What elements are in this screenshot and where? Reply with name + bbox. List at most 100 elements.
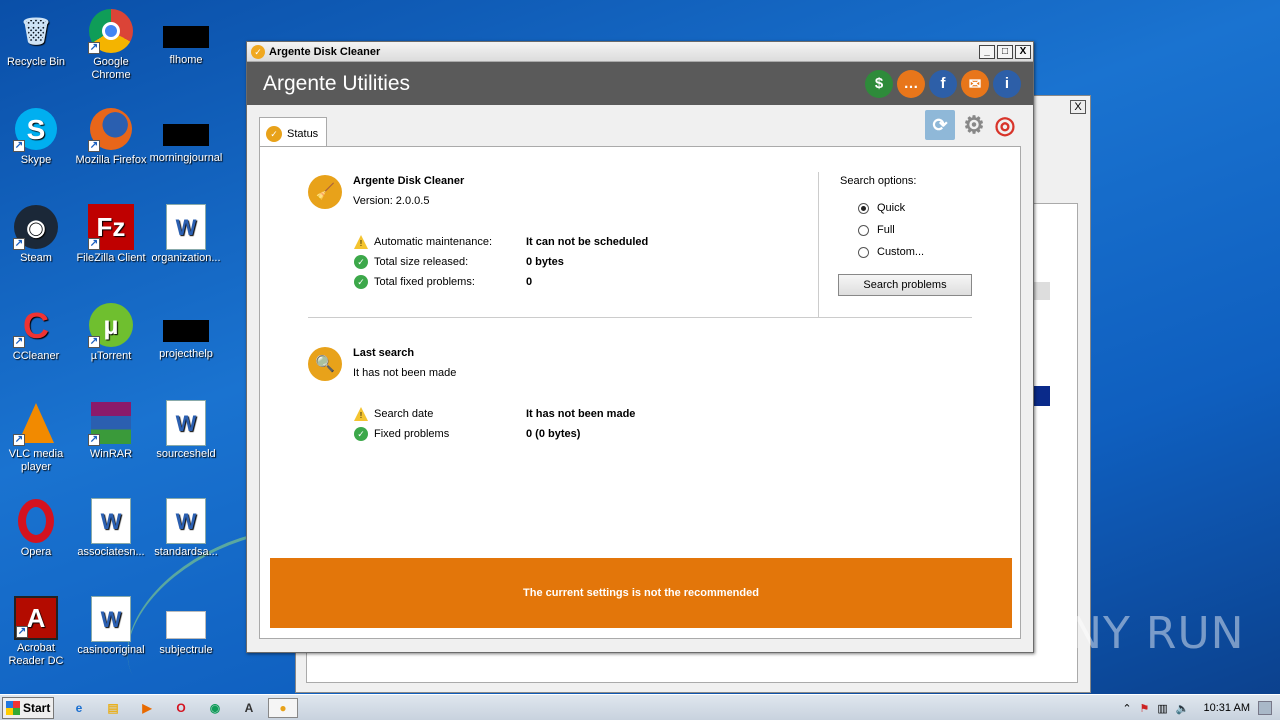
desktop-icon-associatesn[interactable]: W associatesn... — [73, 498, 149, 559]
mail-icon[interactable]: ✉ — [961, 69, 989, 98]
desktop-icon-steam[interactable]: ◉ ↗ Steam — [0, 204, 74, 265]
donate-icon[interactable]: $ — [865, 69, 893, 98]
desktop-icon-organization[interactable]: W organization... — [148, 204, 224, 265]
check-icon: ✓ — [354, 275, 368, 289]
media-player-icon[interactable]: ▶ — [136, 698, 158, 718]
desktop-icon-label: standardsa... — [154, 546, 218, 558]
app-version: Version: 2.0.0.5 — [353, 195, 430, 207]
disk-cleaner-broom-icon: 🧹 — [308, 175, 342, 209]
info-icon[interactable]: i — [993, 69, 1021, 98]
desktop-icon-label: subjectrule — [159, 644, 213, 656]
window-titlebar[interactable]: ✓ Argente Disk Cleaner _ □ X — [247, 42, 1033, 62]
desktop-icon-recycle-bin[interactable]: 🗑 Recycle Bin — [0, 8, 74, 69]
warning-banner: The current settings is not the recommen… — [270, 558, 1012, 628]
last-search-row-value: It has not been made — [526, 408, 636, 420]
word-document-icon: W — [166, 204, 206, 250]
desktop-icon-subjectrule[interactable]: subjectrule — [148, 596, 224, 657]
desktop-icon-sourcesheld[interactable]: W sourcesheld — [148, 400, 224, 461]
word-document-icon: W — [166, 498, 206, 544]
desktop-icon-flhome[interactable]: flhome — [148, 8, 224, 67]
tray-expand-icon[interactable]: ⌃ — [1122, 702, 1131, 715]
desktop-icon-label: Skype — [20, 154, 52, 166]
status-row-label: Total size released: — [374, 256, 469, 268]
argente-disk-cleaner-window[interactable]: ✓ Argente Disk Cleaner _ □ X Argente Uti… — [246, 41, 1034, 653]
show-desktop-button[interactable] — [1258, 701, 1272, 715]
chat-icon[interactable]: … — [897, 69, 925, 98]
desktop-icon-label: flhome — [169, 54, 203, 66]
word-document-icon: W — [91, 498, 131, 544]
desktop-icon-label: Steam — [20, 252, 52, 264]
action-center-icon[interactable]: ⚑ — [1140, 702, 1150, 715]
minimize-button[interactable]: _ — [979, 44, 995, 59]
desktop-icon-filezilla[interactable]: Fz ↗ FileZilla Client — [73, 204, 149, 265]
volume-icon[interactable]: 🔈 — [1176, 702, 1190, 715]
desktop-icon-label: morningjournal — [149, 152, 223, 164]
start-button[interactable]: Start — [2, 697, 54, 719]
desktop-icon-label: casinooriginal — [77, 644, 145, 656]
desktop-icon-casinooriginal[interactable]: W casinooriginal — [73, 596, 149, 657]
ccleaner-icon: C ↗ — [13, 304, 49, 348]
radio-quick[interactable]: Quick — [858, 202, 905, 214]
skype-icon: S ↗ — [13, 106, 59, 152]
radio-full[interactable]: Full — [858, 224, 895, 236]
window-title: Argente Disk Cleaner — [269, 45, 381, 58]
status-row-size-released: ✓ Total size released: 0 bytes — [354, 254, 564, 270]
settings-gear-icon[interactable]: ⚙ — [959, 110, 989, 140]
radio-custom[interactable]: Custom... — [858, 246, 924, 258]
desktop-icon-winrar[interactable]: ↗ WinRAR — [73, 400, 149, 461]
desktop-icon-skype[interactable]: S ↗ Skype — [0, 106, 74, 167]
argente-utilities-taskbar-icon[interactable]: A — [238, 698, 260, 718]
desktop-icon-label: CCleaner — [12, 350, 60, 362]
help-lifebuoy-icon[interactable]: ◎ — [990, 110, 1020, 140]
status-panel: 🧹 Argente Disk Cleaner Version: 2.0.0.5 … — [259, 146, 1021, 639]
tab-status-label: Status — [287, 127, 319, 140]
app-broom-icon: ✓ — [251, 44, 265, 59]
maximize-button[interactable]: □ — [997, 44, 1013, 59]
desktop-icon-vlc[interactable]: ↗ VLC media player — [0, 400, 74, 474]
desktop-icon-firefox[interactable]: ↗ Mozilla Firefox — [73, 106, 149, 167]
last-search-row-fixed: ✓ Fixed problems 0 (0 bytes) — [354, 426, 580, 442]
check-icon: ✓ — [354, 255, 368, 269]
desktop-icon-utorrent[interactable]: µ ↗ µTorrent — [73, 302, 149, 363]
close-button[interactable]: X — [1015, 44, 1031, 59]
desktop-icon-acrobat[interactable]: A ↗ Acrobat Reader DC — [0, 596, 74, 668]
windows-logo-icon — [6, 701, 20, 715]
tab-bar: ✓ Status ⟳ ⚙ ◎ — [247, 105, 1033, 149]
file-explorer-icon[interactable]: ▤ — [102, 698, 124, 718]
radio-button[interactable] — [858, 202, 869, 214]
radio-button[interactable] — [858, 246, 869, 258]
argente-disk-cleaner-taskbar-icon[interactable]: ● — [268, 698, 298, 718]
desktop-icon-standardsa[interactable]: W standardsa... — [148, 498, 224, 559]
search-problems-button[interactable]: Search problems — [838, 274, 972, 296]
warning-icon: ! — [354, 235, 368, 249]
facebook-icon[interactable]: f — [929, 69, 957, 98]
tab-status[interactable]: ✓ Status — [259, 117, 327, 149]
desktop-icon-label: sourcesheld — [156, 448, 216, 460]
redacted-icon — [163, 26, 209, 48]
desktop-icon-morningjournal[interactable]: morningjournal — [148, 106, 224, 165]
internet-explorer-icon[interactable]: e — [68, 698, 90, 718]
status-row-value: 0 — [526, 276, 533, 288]
app-name-heading: Argente Disk Cleaner — [353, 175, 465, 187]
desktop-icon-label: Opera — [20, 546, 52, 558]
check-icon: ✓ — [354, 427, 368, 441]
background-window-close-button[interactable]: X — [1070, 100, 1086, 114]
network-icon[interactable]: ▥ — [1157, 702, 1167, 715]
desktop-icon-opera[interactable]: Opera — [0, 498, 74, 559]
desktop-icon-label: Acrobat Reader DC — [8, 642, 64, 667]
status-row-maintenance: ! Automatic maintenance: It can not be s… — [354, 234, 648, 250]
desktop-icon-projecthelp[interactable]: projecthelp — [148, 302, 224, 361]
refresh-icon[interactable]: ⟳ — [925, 110, 955, 140]
steam-icon: ◉ ↗ — [13, 204, 59, 250]
opera-taskbar-icon[interactable]: O — [170, 698, 192, 718]
vlc-icon: ↗ — [13, 400, 59, 446]
radio-button[interactable] — [858, 224, 869, 236]
clock[interactable]: 10:31 AM — [1204, 702, 1250, 714]
system-tray: ⌃ ⚑ ▥ 🔈 10:31 AM — [1122, 698, 1272, 718]
desktop-icon-label: associatesn... — [77, 546, 145, 558]
chrome-taskbar-icon[interactable]: ◉ — [204, 698, 226, 718]
desktop-icon-ccleaner[interactable]: C ↗ CCleaner — [0, 302, 74, 363]
desktop-icon-google-chrome[interactable]: ↗ Google Chrome — [73, 8, 149, 82]
section-divider-vertical — [818, 172, 819, 317]
redacted-icon — [163, 320, 209, 342]
